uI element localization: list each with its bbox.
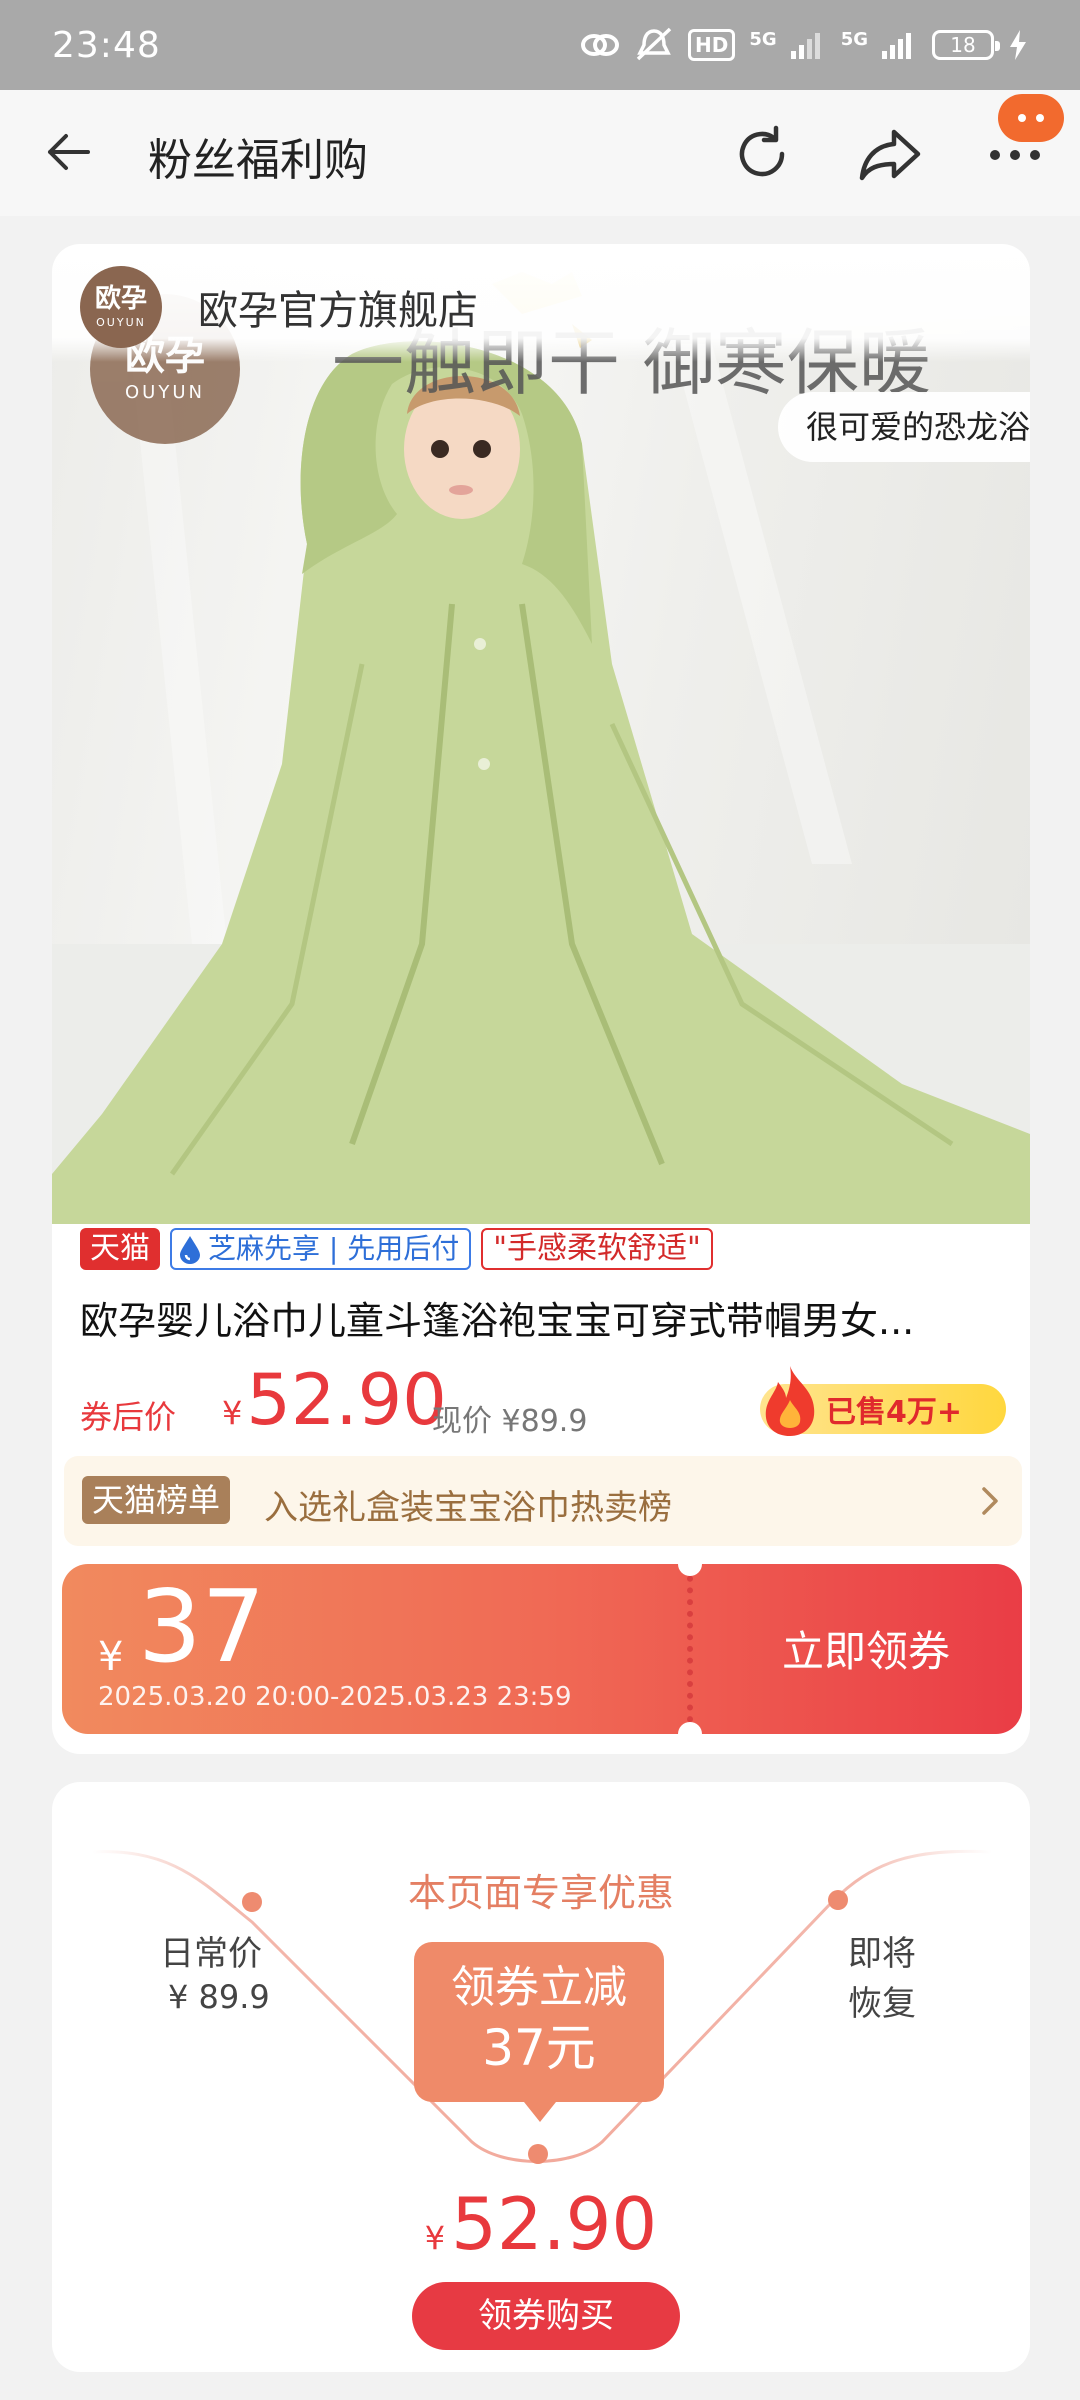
ranking-row[interactable]: 天猫榜单 入选礼盒装宝宝浴巾热卖榜 [64, 1456, 1022, 1546]
sold-count-badge: 已售4万+ [760, 1366, 1006, 1436]
chevron-right-icon [982, 1487, 998, 1515]
ranking-text: 入选礼盒装宝宝浴巾热卖榜 [264, 1488, 672, 1528]
zhima-badge-label: 芝麻先享 | 先用后付 [208, 1232, 460, 1265]
price-value: 52.90 [246, 1359, 447, 1441]
coupon-banner[interactable]: ¥ 37 2025.03.20 20:00-2025.03.23 23:59 立… [62, 1564, 1022, 1734]
restore-label-line1: 即将 [848, 1934, 916, 1974]
back-arrow-icon[interactable] [44, 128, 92, 176]
tmall-badge: 天猫 [80, 1228, 160, 1270]
price-after-coupon: ¥52.90 [222, 1360, 447, 1453]
final-price-yen: ¥ [424, 2219, 446, 2257]
store-header[interactable]: 欧孕 OUYUN 欧孕官方旗舰店 [52, 244, 1030, 362]
daily-price: ¥ 89.9 [168, 1978, 270, 2016]
sold-count: 已售4万+ [826, 1395, 963, 1430]
store-name[interactable]: 欧孕官方旗舰店 [198, 278, 478, 336]
status-icons: HD 5G 5G 18 [580, 27, 1028, 63]
store-logo-cn: 欧孕 [94, 283, 147, 314]
mute-bell-icon [636, 27, 672, 61]
coupon-divider [687, 1564, 693, 1734]
promo-title: 本页面专享优惠 [407, 1871, 674, 1915]
page-title: 粉丝福利购 [148, 135, 368, 186]
product-image[interactable]: 欧孕 OUYUN 一触即干 御寒保暖 欧孕 OUYUN 欧孕官方旗舰店 很可爱的… [52, 244, 1030, 1224]
discount-amount: 37元 [482, 2019, 596, 2077]
status-time: 23:48 [52, 24, 161, 66]
water-drop-icon [180, 1236, 200, 1264]
daily-price-label: 日常价 [160, 1934, 262, 1974]
coupon-amount: 37 [138, 1568, 266, 1685]
message-bubble-icon[interactable] [998, 94, 1064, 142]
network-5g-label: 5G [749, 29, 777, 50]
more-menu-button[interactable] [990, 94, 1064, 180]
link-icon [581, 34, 620, 56]
signal-icon [790, 33, 820, 59]
store-logo[interactable]: 欧孕 OUYUN [80, 266, 162, 348]
current-price: 现价 ¥89.9 [432, 1404, 588, 1439]
image-tag-bubble: 很可爱的恐龙浴 [778, 392, 1030, 462]
buy-with-coupon-button[interactable]: 领券购买 [412, 2282, 680, 2350]
coupon-period: 2025.03.20 20:00-2025.03.23 23:59 [98, 1682, 572, 1712]
flame-icon [765, 1366, 815, 1436]
claim-coupon-button[interactable]: 立即领券 [782, 1618, 950, 1679]
coupon-notch-top [678, 1564, 702, 1576]
restore-label-line2: 恢复 [848, 1984, 916, 2024]
coupon-yen: ¥ [98, 1634, 124, 1680]
ranking-tag: 天猫榜单 [82, 1476, 231, 1524]
product-card[interactable]: 欧孕 OUYUN 一触即干 御寒保暖 欧孕 OUYUN 欧孕官方旗舰店 很可爱的… [52, 244, 1030, 1754]
review-quote-badge: "手感柔软舒适" [481, 1228, 713, 1270]
coupon-notch-bottom [678, 1722, 702, 1734]
discount-callout: 领券立减 37元 [414, 1942, 664, 2122]
product-badges: 天猫 芝麻先享 | 先用后付 "手感柔软舒适" [80, 1228, 713, 1270]
battery-level: 18 [950, 33, 976, 57]
signal-icon-2 [882, 33, 911, 59]
final-price: ¥52.90 [52, 2182, 1030, 2266]
promo-card: 本页面专享优惠 日常价 ¥ 89.9 即将 恢复 领券立减 37元 ¥52.90… [52, 1782, 1030, 2372]
refresh-icon[interactable] [732, 124, 792, 184]
more-dots-icon [990, 150, 1040, 160]
network-5g-label-2: 5G [840, 29, 868, 50]
nav-bar: 粉丝福利购 [0, 90, 1080, 216]
product-title[interactable]: 欧孕婴儿浴巾儿童斗篷浴袍宝宝可穿式带帽男女... [80, 1290, 980, 1345]
status-bar: 23:48 HD 5G 5G 18 [0, 0, 1080, 90]
hd-badge: HD [688, 29, 736, 61]
price-yen: ¥ [222, 1394, 243, 1432]
final-price-value: 52.90 [451, 2182, 658, 2266]
store-logo-en: OUYUN [96, 315, 146, 329]
zhima-badge: 芝麻先享 | 先用后付 [170, 1228, 472, 1270]
price-after-coupon-label: 券后价 [80, 1398, 177, 1436]
photo-logo-en: OUYUN [125, 381, 205, 403]
battery-icon: 18 [932, 30, 1000, 60]
share-icon[interactable] [858, 126, 922, 182]
charging-icon [1010, 30, 1026, 60]
discount-label: 领券立减 [451, 1962, 627, 2013]
price-row: 券后价 ¥52.90 现价 ¥89.9 已售4万+ [80, 1360, 1020, 1440]
